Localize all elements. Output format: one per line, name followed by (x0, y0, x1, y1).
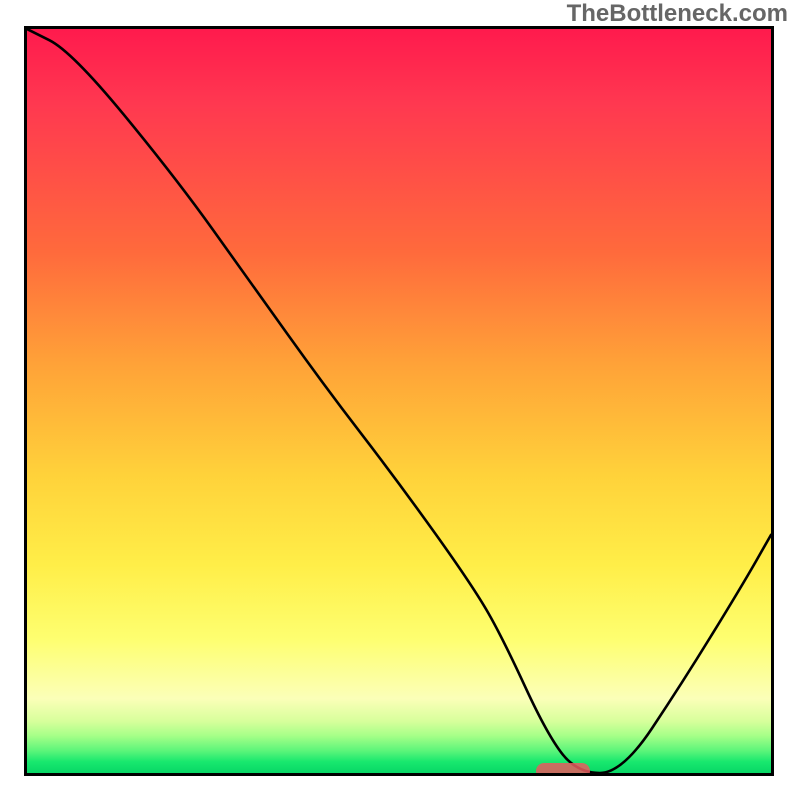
plot-frame (24, 26, 774, 776)
watermark-text: TheBottleneck.com (567, 0, 788, 28)
chart-container: TheBottleneck.com (0, 0, 800, 800)
bottleneck-curve (27, 29, 771, 773)
optimal-marker (536, 763, 590, 776)
